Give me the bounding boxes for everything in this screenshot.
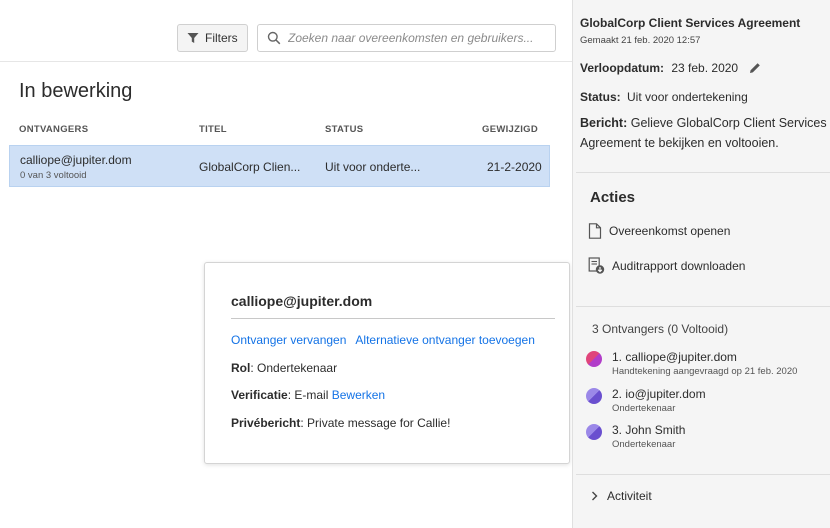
activity-toggle[interactable]: Activiteit — [591, 489, 652, 503]
filters-button[interactable]: Filters — [177, 24, 248, 52]
divider — [576, 306, 830, 307]
expiry-label: Verloopdatum: — [580, 61, 665, 75]
created-date: Gemaakt 21 feb. 2020 12:57 — [580, 35, 701, 46]
row-status: Uit voor onderte... — [325, 160, 421, 174]
popover-email: calliope@jupiter.dom — [231, 293, 373, 309]
column-header-title[interactable]: TITEL — [199, 124, 227, 135]
add-alternate-recipient-link[interactable]: Alternatieve ontvanger toevoegen — [355, 333, 534, 347]
download-audit-report-action[interactable]: Auditrapport downloaden — [588, 257, 745, 274]
edit-verification-link[interactable]: Bewerken — [332, 388, 385, 402]
search-input[interactable] — [288, 31, 538, 45]
popover-verification: Verificatie: E-mail Bewerken — [231, 388, 385, 402]
recipient-name: 1. calliope@jupiter.dom — [612, 350, 737, 364]
recipients-header: 3 Ontvangers (0 Voltooid) — [592, 322, 729, 336]
verification-value: : E-mail — [287, 388, 332, 402]
popover-role: Rol: Ondertekenaar — [231, 361, 337, 375]
open-agreement-action[interactable]: Overeenkomst openen — [588, 223, 730, 239]
private-message-value: : Private message for Callie! — [300, 416, 451, 430]
recipient-name: 3. John Smith — [612, 423, 686, 437]
recipient-role: Handtekening aangevraagd op 21 feb. 2020 — [612, 366, 798, 377]
row-recipient: calliope@jupiter.dom — [20, 153, 132, 167]
expiry-value: 23 feb. 2020 — [671, 61, 739, 75]
chevron-right-icon — [592, 491, 598, 501]
row-title: GlobalCorp Clien... — [199, 160, 301, 174]
search-box[interactable] — [257, 24, 556, 52]
filter-icon — [187, 33, 199, 43]
status-value: Uit voor ondertekening — [627, 90, 748, 104]
role-value: : Ondertekenaar — [250, 361, 338, 375]
actions-title: Acties — [590, 189, 636, 206]
activity-label: Activiteit — [607, 489, 652, 503]
recipient-role: Ondertekenaar — [612, 439, 676, 450]
recipient-name: 2. io@jupiter.dom — [612, 387, 706, 401]
popover-private-message: Privébericht: Private message for Callie… — [231, 416, 450, 430]
page-title: In bewerking — [19, 80, 133, 102]
recipient-status-icon — [586, 388, 602, 404]
replace-recipient-link[interactable]: Ontvanger vervangen — [231, 333, 346, 347]
row-modified: 21-2-2020 — [487, 160, 542, 174]
audit-report-download-icon — [588, 257, 605, 274]
popover-divider — [231, 318, 555, 319]
message-row: Bericht: Gelieve GlobalCorp Client Servi… — [580, 113, 830, 153]
popover-links: Ontvanger vervangen Alternatieve ontvange… — [231, 333, 535, 347]
verification-label: Verificatie — [231, 388, 288, 402]
document-icon — [588, 223, 602, 239]
filters-label: Filters — [205, 31, 238, 45]
recipient-popover: calliope@jupiter.dom Ontvanger vervangen… — [204, 262, 570, 464]
pencil-icon[interactable] — [749, 62, 761, 77]
status-label: Status: — [580, 90, 621, 104]
column-header-modified[interactable]: GEWIJZIGD — [482, 124, 538, 135]
role-label: Rol — [231, 361, 251, 375]
divider — [576, 172, 830, 173]
column-header-status[interactable]: STATUS — [325, 124, 363, 135]
private-message-label: Privébericht — [231, 416, 301, 430]
table-row[interactable]: calliope@jupiter.dom 0 van 3 voltooid Gl… — [9, 145, 550, 187]
status-row: Status: Uit voor ondertekening — [580, 90, 748, 104]
recipient-role: Ondertekenaar — [612, 403, 676, 414]
search-icon — [267, 31, 281, 45]
details-panel: GlobalCorp Client Services Agreement Gem… — [572, 0, 830, 528]
expiry-row: Verloopdatum: 23 feb. 2020 — [580, 61, 761, 77]
column-header-recipients[interactable]: ONTVANGERS — [19, 124, 88, 135]
download-audit-report-label: Auditrapport downloaden — [612, 258, 746, 273]
agreement-title: GlobalCorp Client Services Agreement — [580, 16, 801, 30]
divider — [576, 474, 830, 475]
recipient-status-icon — [586, 424, 602, 440]
row-progress: 0 van 3 voltooid — [20, 170, 87, 181]
toolbar: Filters — [0, 0, 572, 62]
message-label: Bericht: — [580, 116, 628, 130]
recipient-status-icon — [586, 351, 602, 367]
open-agreement-label: Overeenkomst openen — [609, 224, 731, 238]
